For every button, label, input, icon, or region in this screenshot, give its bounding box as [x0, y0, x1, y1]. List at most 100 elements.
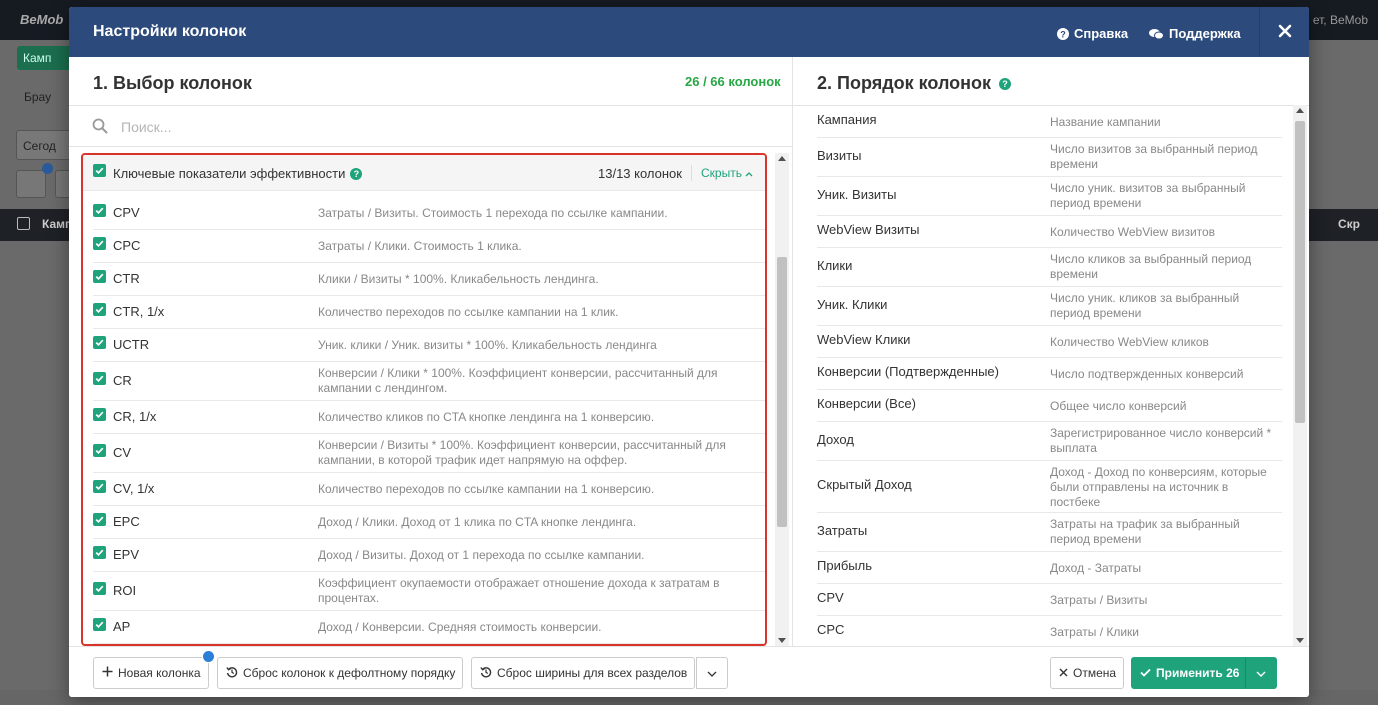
- column-name: CR, 1/x: [113, 409, 157, 424]
- scroll-down-icon[interactable]: [1296, 638, 1304, 643]
- column-name: EPC: [113, 514, 140, 529]
- kpi-group: Ключевые показатели эффективности ? 13/1…: [81, 153, 767, 646]
- order-item[interactable]: Затраты Затраты на трафик за выбранный пе…: [817, 513, 1282, 552]
- table-col-hidden[interactable]: Скр: [1338, 217, 1360, 231]
- reset-width-button[interactable]: Сброс ширины для всех разделов: [471, 657, 728, 689]
- order-item[interactable]: Скрытый Доход Доход - Доход по конверсиям…: [817, 461, 1282, 513]
- question-icon[interactable]: ?: [350, 167, 363, 180]
- divider: [691, 165, 692, 181]
- chevron-down-icon: [707, 666, 717, 680]
- column-checkbox[interactable]: [93, 270, 106, 283]
- order-title: 2. Порядок колонок ?: [817, 73, 1012, 94]
- order-item[interactable]: Прибыль Доход - Затраты: [817, 552, 1282, 584]
- campaigns-button[interactable]: Камп: [17, 46, 72, 70]
- history-icon: [480, 666, 492, 681]
- table-col-campaign[interactable]: Камп: [42, 217, 72, 231]
- notification-badge: [42, 163, 53, 174]
- help-link[interactable]: ? Справка: [1057, 26, 1128, 41]
- order-item-description: Доход - Доход по конверсиям, которые был…: [1050, 465, 1267, 509]
- order-item-name: Кампания: [817, 112, 877, 127]
- group-checkbox[interactable]: [93, 164, 106, 177]
- new-column-button[interactable]: Новая колонка: [93, 657, 209, 689]
- order-item-description: Затраты / Визиты: [1050, 593, 1148, 607]
- column-checkbox[interactable]: [93, 372, 106, 385]
- column-description: Доход / Конверсии. Средняя стоимость кон…: [318, 620, 602, 634]
- column-name: UCTR: [113, 337, 150, 352]
- column-checkbox[interactable]: [93, 408, 106, 421]
- order-item[interactable]: Доход Зарегистрированное число конверсий …: [817, 422, 1282, 461]
- order-item[interactable]: Визиты Число визитов за выбранный период …: [817, 138, 1282, 177]
- reset-dropdown-toggle[interactable]: [696, 657, 728, 689]
- scroll-down-icon[interactable]: [778, 638, 786, 643]
- column-checkbox[interactable]: [93, 546, 106, 559]
- order-item-description: Число кликов за выбранный период времени: [1050, 252, 1252, 281]
- column-checkbox[interactable]: [93, 303, 106, 316]
- column-item[interactable]: ROI Коэффициент окупаемости отображает от…: [93, 572, 765, 611]
- column-item[interactable]: EPC Доход / Клики. Доход от 1 клика по CT…: [93, 506, 765, 539]
- column-item[interactable]: CV, 1/x Количество переходов по ссылке ка…: [93, 473, 765, 506]
- scroll-thumb[interactable]: [1295, 121, 1305, 423]
- column-item[interactable]: CR Конверсии / Клики * 100%. Коэффициент …: [93, 362, 765, 401]
- column-checkbox[interactable]: [93, 582, 106, 595]
- selected-count: 26 / 66 колонок: [685, 74, 781, 89]
- close-button[interactable]: [1259, 7, 1309, 57]
- search-input[interactable]: [121, 115, 721, 139]
- support-link[interactable]: Поддержка: [1149, 26, 1241, 41]
- select-all-checkbox[interactable]: [17, 217, 30, 230]
- column-checkbox[interactable]: [93, 444, 106, 457]
- order-item[interactable]: CPV Затраты / Визиты: [817, 584, 1282, 616]
- browser-tab[interactable]: Брау: [24, 90, 51, 104]
- column-description: Клики / Визиты * 100%. Кликабельность ле…: [318, 272, 599, 286]
- order-item-name: WebView Визиты: [817, 222, 920, 237]
- cancel-button[interactable]: Отмена: [1050, 657, 1124, 689]
- order-item[interactable]: Клики Число кликов за выбранный период вр…: [817, 248, 1282, 287]
- column-checkbox[interactable]: [93, 204, 106, 217]
- order-item-name: Уник. Визиты: [817, 187, 897, 202]
- column-item[interactable]: CTR Клики / Визиты * 100%. Кликабельность…: [93, 263, 765, 296]
- search-row: [69, 105, 793, 147]
- hide-group-link[interactable]: Скрыть: [701, 166, 753, 180]
- order-item[interactable]: Кампания Название кампании: [817, 106, 1282, 138]
- user-menu[interactable]: ет, BeMob: [1313, 13, 1368, 27]
- column-checkbox[interactable]: [93, 618, 106, 631]
- scroll-up-icon[interactable]: [1296, 108, 1304, 113]
- column-item[interactable]: AP Доход / Конверсии. Средняя стоимость к…: [93, 611, 765, 644]
- order-item[interactable]: Конверсии (Подтвержденные) Число подтверж…: [817, 358, 1282, 390]
- apply-button[interactable]: Применить 26: [1131, 657, 1245, 689]
- column-item[interactable]: CTR, 1/x Количество переходов по ссылке к…: [93, 296, 765, 329]
- column-name: CPV: [113, 205, 140, 220]
- column-item[interactable]: CPV Затраты / Визиты. Стоимость 1 переход…: [93, 197, 765, 230]
- order-item[interactable]: WebView Визиты Количество WebView визитов: [817, 216, 1282, 248]
- check-icon: [1140, 666, 1151, 680]
- column-item[interactable]: EPV Доход / Визиты. Доход от 1 перехода п…: [93, 539, 765, 572]
- column-item[interactable]: UCTR Уник. клики / Уник. визиты * 100%. К…: [93, 329, 765, 362]
- column-checkbox[interactable]: [93, 513, 106, 526]
- column-description: Коэффициент окупаемости отображает отнош…: [318, 576, 720, 605]
- order-item[interactable]: WebView Клики Количество WebView кликов: [817, 326, 1282, 358]
- scroll-up-icon[interactable]: [778, 156, 786, 161]
- column-checkbox[interactable]: [93, 336, 106, 349]
- apply-dropdown-toggle[interactable]: [1245, 657, 1277, 689]
- column-description: Доход / Визиты. Доход от 1 перехода по с…: [318, 548, 645, 562]
- order-item[interactable]: Уник. Визиты Число уник. визитов за выбра…: [817, 177, 1282, 216]
- column-selection-panel: 1. Выбор колонок 26 / 66 колонок Ключевы…: [69, 57, 793, 646]
- reset-order-button[interactable]: Сброс колонок к дефолтному порядку: [217, 657, 463, 689]
- column-item[interactable]: CR, 1/x Количество кликов по CTA кнопке л…: [93, 401, 765, 434]
- history-icon: [226, 666, 238, 681]
- date-range-button[interactable]: Сегод: [16, 130, 71, 160]
- app-logo: BeMob: [20, 12, 64, 27]
- order-item[interactable]: Конверсии (Все) Общее число конверсий: [817, 390, 1282, 422]
- order-item-description: Количество WebView визитов: [1050, 225, 1216, 239]
- column-item[interactable]: CV Конверсии / Визиты * 100%. Коэффициент…: [93, 434, 765, 473]
- order-item[interactable]: Уник. Клики Число уник. кликов за выбранн…: [817, 287, 1282, 326]
- column-item[interactable]: CPC Затраты / Клики. Стоимость 1 клика.: [93, 230, 765, 263]
- scroll-thumb[interactable]: [777, 257, 787, 527]
- order-item-description: Зарегистрированное число конверсий * вып…: [1050, 426, 1272, 455]
- column-checkbox[interactable]: [93, 237, 106, 250]
- flag-button[interactable]: [16, 170, 46, 198]
- question-icon[interactable]: ?: [999, 77, 1012, 90]
- right-scrollbar[interactable]: [1293, 105, 1307, 646]
- order-item[interactable]: CPC Затраты / Клики: [817, 616, 1282, 646]
- left-scrollbar[interactable]: [775, 153, 789, 646]
- column-checkbox[interactable]: [93, 480, 106, 493]
